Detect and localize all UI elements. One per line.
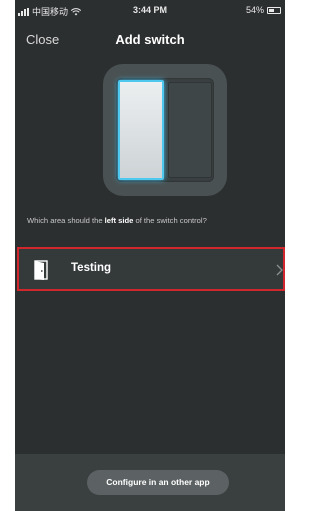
page-title: Add switch	[115, 32, 185, 47]
status-bar: 中国移动 3:44 PM 54%	[15, 0, 285, 22]
door-icon	[34, 260, 48, 280]
battery-percent: 54%	[245, 5, 264, 15]
switch-right-rocker	[168, 82, 212, 178]
status-time: 3:44 PM	[132, 5, 167, 15]
instruction-prefix: Which area should the	[27, 216, 105, 225]
instruction-suffix: of the switch control?	[133, 216, 207, 225]
instruction-emphasis: left side	[104, 216, 134, 225]
room-item-testing[interactable]: Testing	[17, 247, 285, 291]
bottom-bar: Configure in an other app	[15, 454, 285, 511]
instruction-text: Which area should the left side of the s…	[27, 216, 282, 225]
nav-bar: Close Add switch	[15, 28, 285, 52]
chevron-right-icon	[276, 264, 283, 276]
battery-fill	[269, 8, 275, 12]
status-right: 54%	[246, 5, 281, 15]
battery-icon	[267, 6, 281, 14]
configure-other-app-button[interactable]: Configure in an other app	[87, 470, 229, 495]
app-screen: 中国移动 3:44 PM 54% Close Add switch Which …	[15, 0, 285, 511]
switch-illustration	[103, 64, 227, 196]
switch-left-rocker-highlighted	[118, 80, 164, 180]
room-label: Testing	[71, 262, 112, 274]
switch-frame	[116, 78, 214, 182]
